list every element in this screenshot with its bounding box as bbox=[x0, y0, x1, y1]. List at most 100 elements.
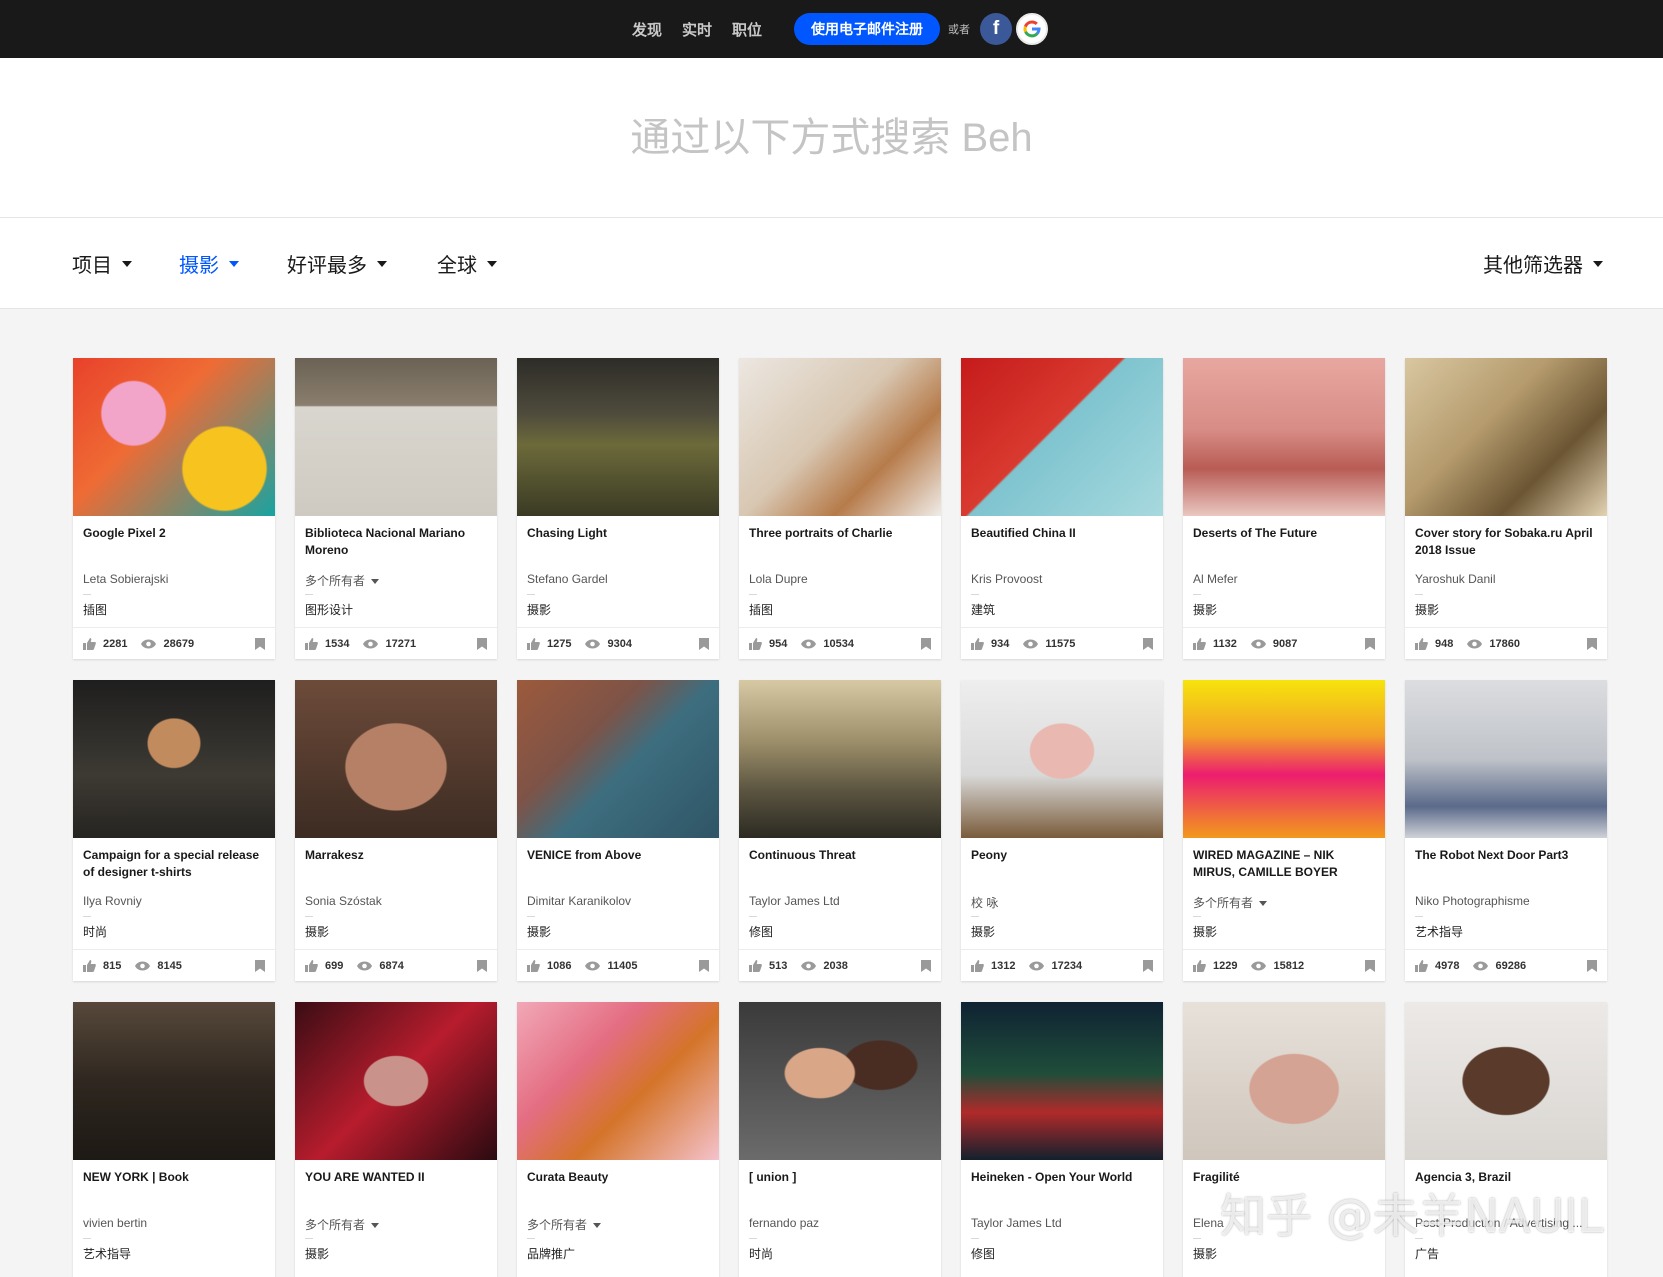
project-card[interactable]: The Robot Next Door Part3 Niko Photograph… bbox=[1405, 680, 1607, 981]
project-owner[interactable]: vivien bertin bbox=[83, 1216, 265, 1232]
search-input[interactable] bbox=[0, 58, 1663, 218]
nav-link-jobs[interactable]: 职位 bbox=[732, 19, 762, 40]
project-thumbnail[interactable] bbox=[517, 680, 719, 838]
project-thumbnail[interactable] bbox=[739, 1002, 941, 1160]
project-thumbnail[interactable] bbox=[961, 680, 1163, 838]
project-owner[interactable]: Al Mefer bbox=[1193, 572, 1375, 588]
project-title[interactable]: WIRED MAGAZINE – NIK MIRUS, CAMILLE BOYE… bbox=[1193, 847, 1375, 881]
project-owner[interactable]: Leta Sobierajski bbox=[83, 572, 265, 588]
bookmark-icon[interactable] bbox=[255, 960, 265, 975]
project-card[interactable]: VENICE from Above Dimitar Karanikolov 摄影 10… bbox=[517, 680, 719, 981]
project-field-tag[interactable]: 插图 bbox=[749, 601, 931, 617]
bookmark-icon[interactable] bbox=[1587, 960, 1597, 975]
project-card[interactable]: Three portraits of Charlie Lola Dupre 插图 95… bbox=[739, 358, 941, 659]
project-thumbnail[interactable] bbox=[1183, 680, 1385, 838]
nav-link-discover[interactable]: 发现 bbox=[632, 19, 662, 40]
project-card[interactable]: Heineken - Open Your World Taylor James L… bbox=[961, 1002, 1163, 1277]
filter-more-dropdown[interactable]: 其他筛选器 bbox=[1483, 218, 1603, 309]
project-card[interactable]: Google Pixel 2 Leta Sobierajski 插图 2281 2867… bbox=[73, 358, 275, 659]
project-field-tag[interactable]: 图形设计 bbox=[305, 601, 487, 617]
project-thumbnail[interactable] bbox=[1405, 358, 1607, 516]
project-card[interactable]: Beautified China II Kris Provoost 建筑 934 115… bbox=[961, 358, 1163, 659]
project-owner[interactable]: 多个所有者 bbox=[305, 572, 487, 588]
email-signup-button[interactable]: 使用电子邮件注册 bbox=[794, 13, 941, 45]
project-title[interactable]: [ union ] bbox=[749, 1169, 931, 1203]
project-thumbnail[interactable] bbox=[1183, 358, 1385, 516]
bookmark-icon[interactable] bbox=[699, 960, 709, 975]
bookmark-icon[interactable] bbox=[255, 638, 265, 653]
project-card[interactable]: Deserts of The Future Al Mefer 摄影 1132 9087 bbox=[1183, 358, 1385, 659]
project-card[interactable]: [ union ] fernando paz 时尚 bbox=[739, 1002, 941, 1277]
project-title[interactable]: Biblioteca Nacional Mariano Moreno bbox=[305, 525, 487, 559]
project-thumbnail[interactable] bbox=[295, 1002, 497, 1160]
project-title[interactable]: NEW YORK | Book bbox=[83, 1169, 265, 1203]
project-title[interactable]: Curata Beauty bbox=[527, 1169, 709, 1203]
project-field-tag[interactable]: 摄影 bbox=[527, 923, 709, 939]
facebook-login-button[interactable]: f bbox=[980, 13, 1013, 45]
filter-field-dropdown[interactable]: 摄影 bbox=[179, 218, 239, 309]
bookmark-icon[interactable] bbox=[699, 638, 709, 653]
project-owner[interactable]: fernando paz bbox=[749, 1216, 931, 1232]
project-card[interactable]: WIRED MAGAZINE – NIK MIRUS, CAMILLE BOYE… bbox=[1183, 680, 1385, 981]
bookmark-icon[interactable] bbox=[1365, 638, 1375, 653]
project-title[interactable]: Marrakesz bbox=[305, 847, 487, 881]
bookmark-icon[interactable] bbox=[477, 638, 487, 653]
project-owner[interactable]: Yaroshuk Danil bbox=[1415, 572, 1597, 588]
project-title[interactable]: VENICE from Above bbox=[527, 847, 709, 881]
project-field-tag[interactable]: 时尚 bbox=[749, 1245, 931, 1261]
project-title[interactable]: Peony bbox=[971, 847, 1153, 881]
project-owner[interactable]: Taylor James Ltd bbox=[749, 894, 931, 910]
project-owner[interactable]: Dimitar Karanikolov bbox=[527, 894, 709, 910]
project-title[interactable]: YOU ARE WANTED II bbox=[305, 1169, 487, 1203]
project-owner[interactable]: Kris Provoost bbox=[971, 572, 1153, 588]
project-title[interactable]: Chasing Light bbox=[527, 525, 709, 559]
project-card[interactable]: Marrakesz Sonia Szóstak 摄影 699 6874 bbox=[295, 680, 497, 981]
project-field-tag[interactable]: 建筑 bbox=[971, 601, 1153, 617]
project-field-tag[interactable]: 摄影 bbox=[1193, 601, 1375, 617]
project-owner[interactable]: Sonia Szóstak bbox=[305, 894, 487, 910]
project-owner[interactable]: Stefano Gardel bbox=[527, 572, 709, 588]
bookmark-icon[interactable] bbox=[1143, 638, 1153, 653]
project-thumbnail[interactable] bbox=[517, 1002, 719, 1160]
bookmark-icon[interactable] bbox=[1365, 960, 1375, 975]
project-title[interactable]: Three portraits of Charlie bbox=[749, 525, 931, 559]
project-field-tag[interactable]: 时尚 bbox=[83, 923, 265, 939]
project-thumbnail[interactable] bbox=[295, 680, 497, 838]
project-thumbnail[interactable] bbox=[961, 1002, 1163, 1160]
bookmark-icon[interactable] bbox=[1587, 638, 1597, 653]
project-card[interactable]: Campaign for a special release of design… bbox=[73, 680, 275, 981]
project-owner[interactable]: Taylor James Ltd bbox=[971, 1216, 1153, 1232]
project-thumbnail[interactable] bbox=[73, 358, 275, 516]
project-field-tag[interactable]: 摄影 bbox=[1415, 601, 1597, 617]
project-title[interactable]: Deserts of The Future bbox=[1193, 525, 1375, 559]
project-thumbnail[interactable] bbox=[739, 680, 941, 838]
bookmark-icon[interactable] bbox=[477, 960, 487, 975]
project-field-tag[interactable]: 插图 bbox=[83, 601, 265, 617]
filter-region-dropdown[interactable]: 全球 bbox=[437, 218, 497, 309]
project-field-tag[interactable]: 摄影 bbox=[305, 923, 487, 939]
project-thumbnail[interactable] bbox=[961, 358, 1163, 516]
project-field-tag[interactable]: 摄影 bbox=[305, 1245, 487, 1261]
bookmark-icon[interactable] bbox=[1143, 960, 1153, 975]
project-field-tag[interactable]: 广告 bbox=[1415, 1245, 1597, 1261]
project-card[interactable]: Cover story for Sobaka.ru April 2018 Iss… bbox=[1405, 358, 1607, 659]
project-owner[interactable]: 多个所有者 bbox=[305, 1216, 487, 1232]
project-thumbnail[interactable] bbox=[1183, 1002, 1385, 1160]
project-owner[interactable]: 多个所有者 bbox=[1193, 894, 1375, 910]
project-field-tag[interactable]: 摄影 bbox=[1193, 1245, 1375, 1261]
project-card[interactable]: NEW YORK | Book vivien bertin 艺术指导 bbox=[73, 1002, 275, 1277]
project-title[interactable]: Campaign for a special release of design… bbox=[83, 847, 265, 881]
google-login-button[interactable] bbox=[1016, 13, 1049, 45]
project-field-tag[interactable]: 摄影 bbox=[1193, 923, 1375, 939]
project-thumbnail[interactable] bbox=[73, 680, 275, 838]
project-owner[interactable]: 多个所有者 bbox=[527, 1216, 709, 1232]
project-thumbnail[interactable] bbox=[1405, 680, 1607, 838]
project-title[interactable]: Google Pixel 2 bbox=[83, 525, 265, 559]
project-card[interactable]: Chasing Light Stefano Gardel 摄影 1275 9304 bbox=[517, 358, 719, 659]
project-field-tag[interactable]: 艺术指导 bbox=[1415, 923, 1597, 939]
project-title[interactable]: Continuous Threat bbox=[749, 847, 931, 881]
project-field-tag[interactable]: 摄影 bbox=[527, 601, 709, 617]
project-card[interactable]: Continuous Threat Taylor James Ltd 修图 513 20… bbox=[739, 680, 941, 981]
project-field-tag[interactable]: 修图 bbox=[749, 923, 931, 939]
filter-type-dropdown[interactable]: 项目 bbox=[72, 218, 132, 309]
